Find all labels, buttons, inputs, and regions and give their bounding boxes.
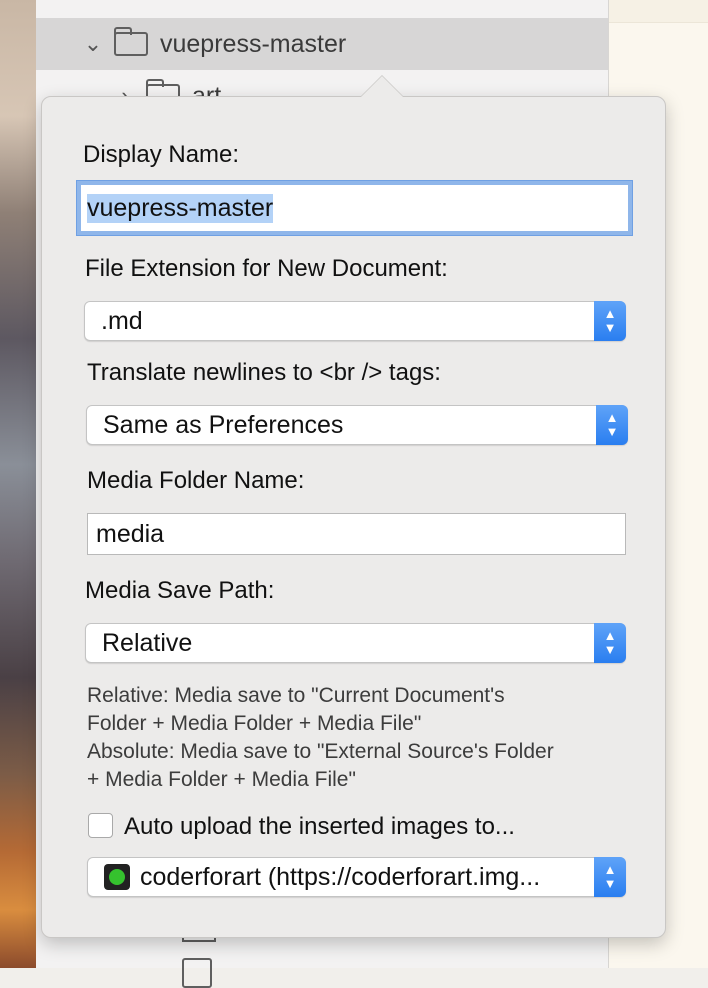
folder-icon (114, 27, 148, 56)
status-green-icon (104, 864, 130, 890)
media-save-path-help: Relative: Media save to "Current Documen… (87, 682, 627, 794)
media-folder-field[interactable]: media (87, 513, 626, 555)
help-line: Absolute: Media save to "External Source… (87, 740, 554, 763)
file-extension-value: .md (101, 306, 143, 335)
display-name-field[interactable]: vuepress-master (77, 181, 632, 235)
media-save-path-select[interactable]: Relative ▲ ▼ (85, 623, 626, 663)
upload-target-value: coderforart (https://coderforart.img... (140, 862, 541, 891)
chevron-down-icon[interactable]: ⌄ (78, 31, 108, 57)
newlines-value: Same as Preferences (103, 410, 344, 439)
newlines-select[interactable]: Same as Preferences ▲ ▼ (86, 405, 628, 445)
tree-row-hidden[interactable]: › (36, 0, 608, 20)
up-down-arrows-icon: ▲ ▼ (594, 301, 626, 341)
display-name-value: vuepress-master (87, 193, 274, 223)
help-line: Folder + Media Folder + Media File" (87, 712, 422, 735)
desktop-wallpaper (0, 0, 36, 968)
help-line: + Media Folder + Media File" (87, 768, 356, 791)
chevron-right-icon[interactable]: › (80, 0, 110, 7)
folder-settings-popover: Display Name: vuepress-master File Exten… (41, 75, 666, 938)
file-extension-select[interactable]: .md ▲ ▼ (84, 301, 626, 341)
popover-arrow (360, 75, 404, 97)
media-folder-value: media (96, 519, 165, 548)
tree-row-vuepress-master[interactable]: ⌄ vuepress-master (36, 18, 608, 70)
up-down-arrows-icon: ▲ ▼ (594, 623, 626, 663)
help-line: Relative: Media save to "Current Documen… (87, 684, 505, 707)
file-icon (182, 958, 212, 988)
up-down-arrows-icon: ▲ ▼ (596, 405, 628, 445)
auto-upload-label[interactable]: Auto upload the inserted images to... (124, 813, 515, 841)
display-name-label: Display Name: (83, 141, 240, 168)
file-extension-label: File Extension for New Document: (85, 255, 448, 282)
media-save-path-value: Relative (102, 628, 193, 657)
newlines-label: Translate newlines to <br /> tags: (87, 359, 441, 386)
media-folder-label: Media Folder Name: (87, 467, 305, 494)
media-save-path-label: Media Save Path: (85, 577, 275, 604)
up-down-arrows-icon: ▲ ▼ (594, 857, 626, 897)
tree-row-label: vuepress-master (160, 29, 347, 58)
auto-upload-checkbox[interactable] (88, 813, 113, 838)
upload-target-select[interactable]: coderforart (https://coderforart.img... … (87, 857, 626, 897)
